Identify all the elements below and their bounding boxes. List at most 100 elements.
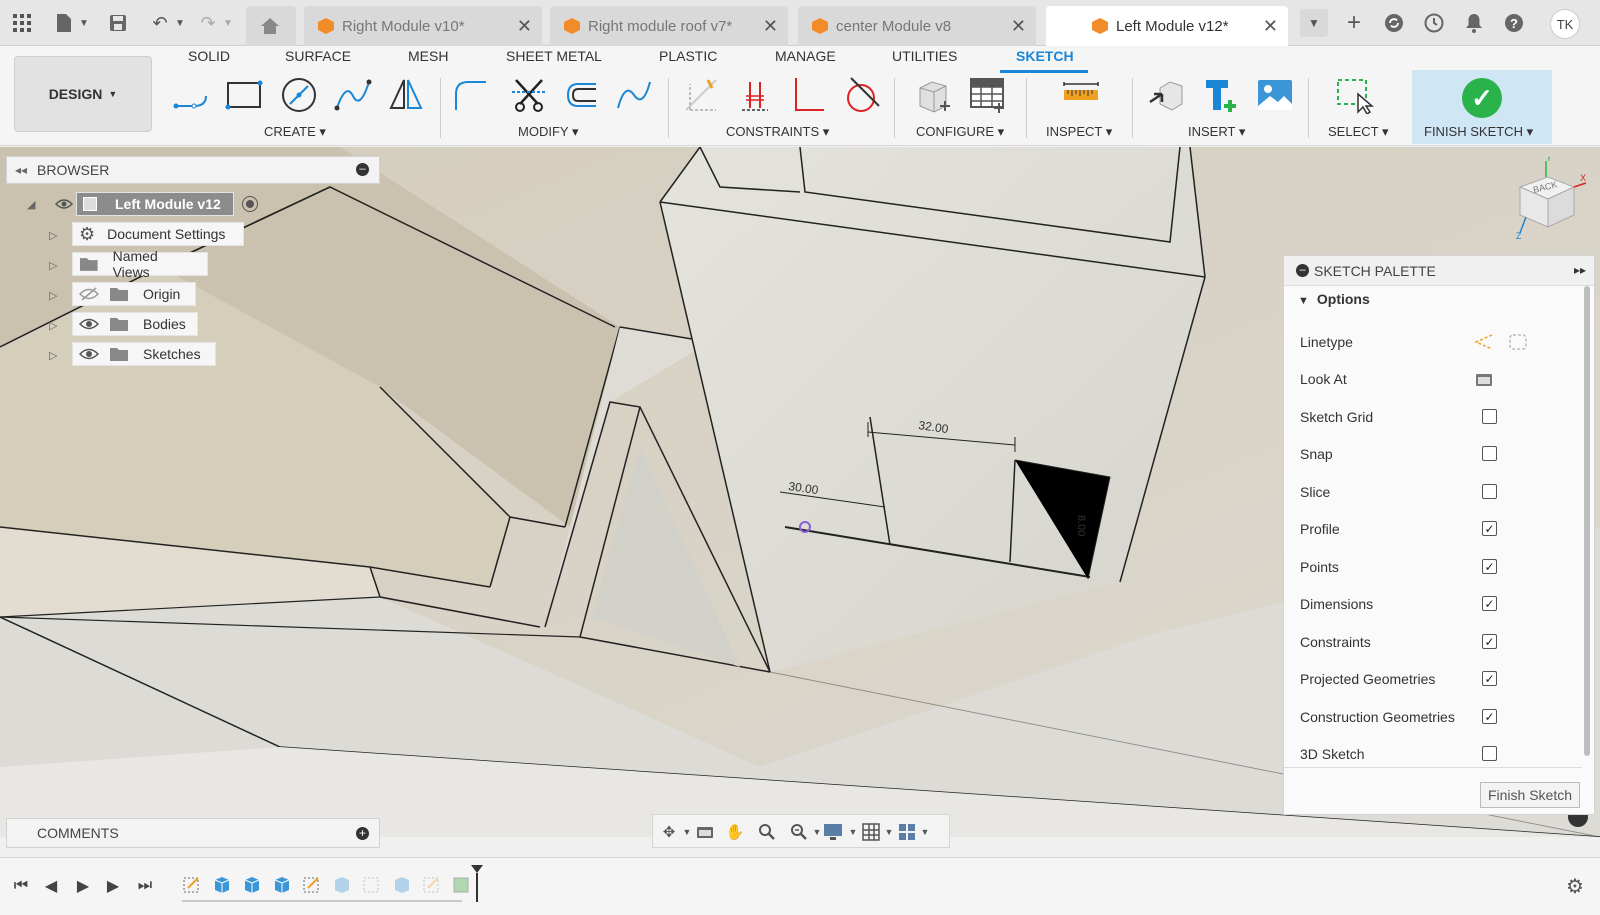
- line-tool-icon[interactable]: [172, 76, 210, 114]
- tab-solid[interactable]: SOLID: [188, 48, 230, 64]
- palette-finish-sketch-button[interactable]: Finish Sketch: [1480, 782, 1580, 808]
- collapse-panel-icon[interactable]: ◂◂: [15, 163, 27, 177]
- tab-sheet-metal[interactable]: SHEET METAL: [506, 48, 602, 64]
- zoom-icon[interactable]: [757, 823, 777, 841]
- timeline-extrude-icon[interactable]: [272, 874, 292, 894]
- document-tab-3[interactable]: center Module v8 ✕: [798, 6, 1036, 46]
- browser-item-sketches[interactable]: Sketches: [72, 342, 216, 366]
- create-menu[interactable]: CREATE ▾: [264, 124, 326, 140]
- construction-geometries-checkbox[interactable]: ✓: [1482, 709, 1497, 724]
- rectangle-tool-icon[interactable]: [225, 76, 263, 114]
- timeline-sketch-icon[interactable]: [422, 874, 442, 894]
- look-at-icon[interactable]: [695, 823, 715, 841]
- close-icon[interactable]: ✕: [517, 16, 532, 37]
- mirror-tool-icon[interactable]: [387, 76, 425, 114]
- orbit-dropdown-icon[interactable]: ▼: [677, 823, 697, 841]
- zoom-window-icon[interactable]: [789, 823, 809, 841]
- tab-utilities[interactable]: UTILITIES: [892, 48, 957, 64]
- sync-icon[interactable]: [1380, 9, 1408, 37]
- display-dropdown-icon[interactable]: ▼: [843, 823, 863, 841]
- go-to-end-icon[interactable]: ⏭: [134, 875, 156, 897]
- new-tab-icon[interactable]: +: [1340, 9, 1368, 37]
- eye-icon[interactable]: [79, 317, 99, 331]
- viewports-icon[interactable]: [897, 823, 917, 841]
- document-tab-1[interactable]: Right Module v10* ✕: [304, 6, 542, 46]
- add-comment-icon[interactable]: +: [356, 827, 369, 840]
- finish-sketch-button[interactable]: ✓ FINISH SKETCH ▾: [1412, 70, 1552, 144]
- expand-triangle-icon[interactable]: ◢: [27, 198, 35, 211]
- tab-mesh[interactable]: MESH: [408, 48, 448, 64]
- trim-tool-icon[interactable]: [510, 76, 548, 114]
- select-tool-icon[interactable]: [1336, 76, 1374, 114]
- viewports-dropdown-icon[interactable]: ▼: [915, 823, 935, 841]
- slice-checkbox[interactable]: [1482, 484, 1497, 499]
- sketch-grid-checkbox[interactable]: [1482, 409, 1497, 424]
- insert-mcmaster-icon[interactable]: [1202, 76, 1240, 114]
- circle-tool-icon[interactable]: [280, 76, 318, 114]
- timeline-settings-icon[interactable]: ⚙: [1564, 875, 1586, 898]
- redo-dropdown-icon[interactable]: ▼: [214, 9, 242, 37]
- insert-canvas-icon[interactable]: [1256, 76, 1294, 114]
- linetype-centerline-icon[interactable]: [1508, 333, 1528, 351]
- expand-triangle-icon[interactable]: ▷: [49, 259, 57, 272]
- go-to-start-icon[interactable]: ⏮: [10, 875, 32, 897]
- tab-plastic[interactable]: PLASTIC: [659, 48, 717, 64]
- job-status-icon[interactable]: [1420, 9, 1448, 37]
- browser-item-document-settings[interactable]: ⚙ Document Settings: [72, 222, 244, 246]
- dimensions-checkbox[interactable]: ✓: [1482, 596, 1497, 611]
- offset-tool-icon[interactable]: [562, 76, 600, 114]
- projected-geometries-checkbox[interactable]: ✓: [1482, 671, 1497, 686]
- tab-surface[interactable]: SURFACE: [285, 48, 351, 64]
- document-tab-2[interactable]: Right module roof v7* ✕: [550, 6, 788, 46]
- palette-scrollbar[interactable]: [1584, 286, 1590, 756]
- options-section-header[interactable]: ▼ Options: [1298, 291, 1370, 307]
- user-avatar[interactable]: TK: [1550, 9, 1580, 39]
- fillet-tool-icon[interactable]: [452, 76, 490, 114]
- tangent-constraint-icon[interactable]: [843, 76, 881, 114]
- save-icon[interactable]: [104, 9, 132, 37]
- expand-panel-icon[interactable]: ▸▸: [1574, 263, 1586, 277]
- browser-item-origin[interactable]: Origin: [72, 282, 196, 306]
- pan-icon[interactable]: ✋: [725, 823, 745, 841]
- dimension-label[interactable]: 8.00: [1075, 515, 1087, 536]
- expand-triangle-icon[interactable]: ▷: [49, 289, 57, 302]
- tab-manage[interactable]: MANAGE: [775, 48, 836, 64]
- curve-tool-icon[interactable]: [615, 76, 653, 114]
- linetype-construction-icon[interactable]: [1474, 333, 1494, 351]
- app-grid-icon[interactable]: [8, 9, 36, 37]
- play-icon[interactable]: ▶: [72, 875, 94, 897]
- measure-tool-icon[interactable]: [1062, 76, 1100, 114]
- constraints-menu[interactable]: CONSTRAINTS ▾: [726, 124, 829, 140]
- constraints-checkbox[interactable]: ✓: [1482, 634, 1497, 649]
- file-dropdown-icon[interactable]: ▼: [70, 9, 98, 37]
- insert-menu[interactable]: INSERT ▾: [1188, 124, 1245, 140]
- browser-root-node[interactable]: Left Module v12: [52, 192, 258, 216]
- timeline-extrude-icon[interactable]: [212, 874, 232, 894]
- tab-sketch[interactable]: SKETCH: [1016, 48, 1074, 64]
- sketch-palette-header[interactable]: – SKETCH PALETTE ▸▸: [1284, 256, 1594, 286]
- timeline-sketch-icon[interactable]: [362, 874, 382, 894]
- close-icon[interactable]: ✕: [1011, 16, 1026, 37]
- coincident-constraint-icon[interactable]: [736, 76, 774, 114]
- browser-item-named-views[interactable]: Named Views: [72, 248, 208, 280]
- 3d-sketch-checkbox[interactable]: [1482, 746, 1497, 761]
- spline-tool-icon[interactable]: [334, 76, 372, 114]
- home-tab[interactable]: [246, 6, 296, 46]
- insert-derive-icon[interactable]: [1148, 76, 1186, 114]
- help-icon[interactable]: ?: [1500, 9, 1528, 37]
- display-settings-icon[interactable]: [823, 823, 843, 841]
- perpendicular-constraint-icon[interactable]: [790, 76, 828, 114]
- comments-panel[interactable]: COMMENTS +: [6, 818, 380, 848]
- timeline-sketch-icon[interactable]: [182, 874, 202, 894]
- finish-sketch-menu[interactable]: FINISH SKETCH ▾: [1424, 124, 1533, 140]
- modify-menu[interactable]: MODIFY ▾: [518, 124, 578, 140]
- viewcube[interactable]: Y X Z BACK: [1508, 157, 1588, 242]
- expand-triangle-icon[interactable]: ▷: [49, 349, 57, 362]
- expand-triangle-icon[interactable]: ▷: [49, 229, 57, 242]
- points-checkbox[interactable]: ✓: [1482, 559, 1497, 574]
- activate-radio-icon[interactable]: [242, 196, 258, 212]
- grid-settings-icon[interactable]: [861, 823, 881, 841]
- eye-icon[interactable]: [52, 192, 76, 216]
- eye-icon[interactable]: [79, 347, 99, 361]
- browser-item-bodies[interactable]: Bodies: [72, 312, 198, 336]
